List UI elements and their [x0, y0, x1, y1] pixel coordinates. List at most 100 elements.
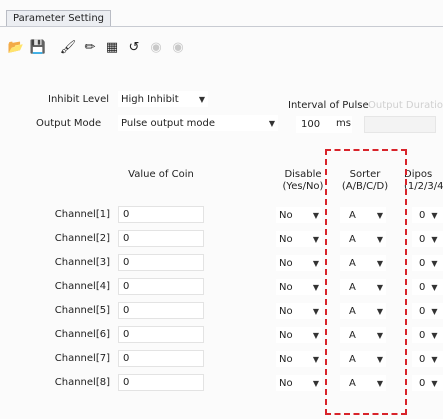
chevron-down-icon: ▼	[376, 330, 383, 340]
coin-value-input[interactable]: 0	[118, 374, 204, 391]
sorter-select[interactable]: A ▼	[340, 207, 386, 223]
header-disable: Disable (Yes/No)	[276, 169, 330, 193]
sorter-value: A	[349, 209, 356, 221]
inhibit-level-select[interactable]: High Inhibit ▼	[118, 91, 208, 107]
tab-parameter-setting[interactable]: Parameter Setting	[6, 10, 112, 26]
dip-select[interactable]: 0 ▼	[412, 231, 443, 247]
dip-select[interactable]: 0 ▼	[412, 303, 443, 319]
folder-open-icon[interactable]: 📂	[6, 37, 26, 57]
dip-select[interactable]: 0 ▼	[412, 351, 443, 367]
disable-select[interactable]: No ▼	[276, 351, 322, 367]
dip-select[interactable]: 0 ▼	[412, 255, 443, 271]
coin-value-input[interactable]: 0	[118, 302, 204, 319]
sorter-select[interactable]: A ▼	[340, 375, 386, 391]
channel-label: Channel[3]	[54, 257, 110, 268]
channel-label: Channel[8]	[54, 377, 110, 388]
sorter-select[interactable]: A ▼	[340, 351, 386, 367]
chevron-down-icon: ▼	[431, 210, 438, 220]
chevron-down-icon: ▼	[312, 234, 319, 244]
disable-value: No	[279, 305, 293, 317]
disable-select[interactable]: No ▼	[276, 327, 322, 343]
dip-select[interactable]: 0 ▼	[412, 375, 443, 391]
disable-select[interactable]: No ▼	[276, 255, 322, 271]
disable-select[interactable]: No ▼	[276, 207, 322, 223]
table-row: Channel[6] 0 No ▼ A ▼ 0 ▼	[0, 326, 443, 346]
coin-value-input[interactable]: 0	[118, 230, 204, 247]
disable-select[interactable]: No ▼	[276, 375, 322, 391]
dip-value: 0	[419, 281, 426, 293]
chevron-down-icon: ▼	[376, 258, 383, 268]
disable-value: No	[279, 329, 293, 341]
chevron-down-icon: ▼	[376, 306, 383, 316]
chevron-down-icon: ▼	[312, 378, 319, 388]
sorter-select[interactable]: A ▼	[340, 279, 386, 295]
coin-value-input[interactable]: 0	[118, 254, 204, 271]
coin-value-input[interactable]: 0	[118, 350, 204, 367]
disable-value: No	[279, 233, 293, 245]
chevron-down-icon: ▼	[431, 306, 438, 316]
channel-label: Channel[7]	[54, 353, 110, 364]
coin-value-input[interactable]: 0	[118, 326, 204, 343]
dip-value: 0	[419, 209, 426, 221]
channel-label: Channel[6]	[54, 329, 110, 340]
disable-select[interactable]: No ▼	[276, 231, 322, 247]
coin-value-input[interactable]: 0	[118, 278, 204, 295]
interval-label: Interval of Pulse	[288, 100, 369, 111]
table-row: Channel[2] 0 No ▼ A ▼ 0 ▼	[0, 230, 443, 250]
disable-value: No	[279, 353, 293, 365]
chevron-down-icon: ▼	[376, 234, 383, 244]
chevron-down-icon: ▼	[431, 330, 438, 340]
chevron-down-icon: ▼	[312, 210, 319, 220]
table-row: Channel[3] 0 No ▼ A ▼ 0 ▼	[0, 254, 443, 274]
chevron-down-icon: ▼	[198, 94, 205, 104]
chevron-down-icon: ▼	[312, 306, 319, 316]
disabled-tool-icon-2: ◉	[172, 39, 184, 55]
sorter-value: A	[349, 233, 356, 245]
disable-select[interactable]: No ▼	[276, 279, 322, 295]
sorter-select[interactable]: A ▼	[340, 255, 386, 271]
output-duration-label: Output Duration	[368, 100, 443, 111]
grid-icon[interactable]: ▦	[102, 37, 122, 57]
chevron-down-icon: ▼	[312, 330, 319, 340]
sorter-value: A	[349, 353, 356, 365]
dip-select[interactable]: 0 ▼	[412, 207, 443, 223]
output-mode-select[interactable]: Pulse output mode ▼	[118, 115, 278, 131]
sorter-value: A	[349, 257, 356, 269]
dip-select[interactable]: 0 ▼	[412, 327, 443, 343]
dip-select[interactable]: 0 ▼	[412, 279, 443, 295]
header-value-of-coin: Value of Coin	[128, 169, 194, 180]
paint-icon[interactable]: 🖌	[58, 37, 78, 57]
coin-value-input[interactable]: 0	[118, 206, 204, 223]
chevron-down-icon: ▼	[376, 378, 383, 388]
reset-icon[interactable]: ↺	[124, 37, 144, 57]
sorter-value: A	[349, 281, 356, 293]
chevron-down-icon: ▼	[376, 354, 383, 364]
table-row: Channel[4] 0 No ▼ A ▼ 0 ▼	[0, 278, 443, 298]
sorter-select[interactable]: A ▼	[340, 327, 386, 343]
sorter-select[interactable]: A ▼	[340, 231, 386, 247]
chevron-down-icon: ▼	[376, 282, 383, 292]
chevron-down-icon: ▼	[312, 258, 319, 268]
disable-value: No	[279, 257, 293, 269]
header-disable-line1: Disable	[284, 169, 322, 180]
dip-value: 0	[419, 233, 426, 245]
chevron-down-icon: ▼	[431, 234, 438, 244]
sorter-select[interactable]: A ▼	[340, 303, 386, 319]
disabled-tool-icon-1: ◉	[150, 39, 162, 55]
channel-label: Channel[2]	[54, 233, 110, 244]
dip-value: 0	[419, 377, 426, 389]
tab-divider	[0, 26, 443, 27]
save-icon[interactable]: 💾	[28, 37, 48, 57]
output-mode-label: Output Mode	[36, 118, 102, 129]
header-dip-line1: Dipos	[404, 169, 433, 180]
sorter-value: A	[349, 377, 356, 389]
pencil-icon[interactable]: ✏	[80, 37, 100, 57]
header-sorter-line2: (A/B/C/D)	[341, 181, 389, 192]
disable-value: No	[279, 281, 293, 293]
dip-value: 0	[419, 257, 426, 269]
table-row: Channel[7] 0 No ▼ A ▼ 0 ▼	[0, 350, 443, 370]
table-row: Channel[1] 0 No ▼ A ▼ 0 ▼	[0, 206, 443, 226]
channel-label: Channel[4]	[54, 281, 110, 292]
header-dip-line2: (1/2/3/4	[404, 181, 443, 192]
disable-select[interactable]: No ▼	[276, 303, 322, 319]
